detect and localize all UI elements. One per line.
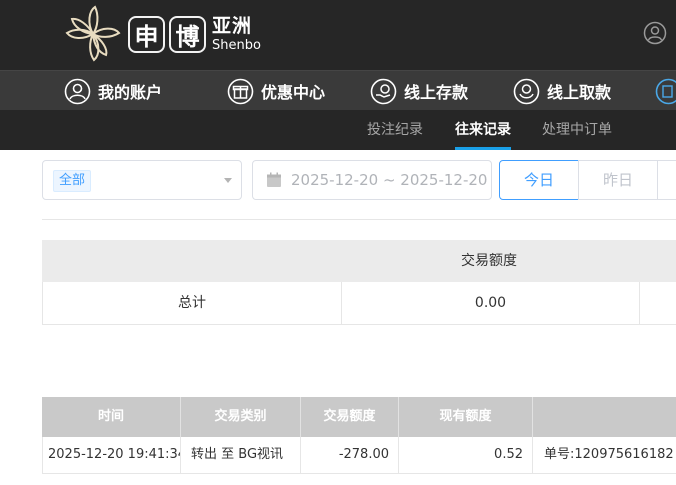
summary-header-amount: 交易额度 bbox=[461, 253, 517, 269]
nav-label: 优惠中心 bbox=[261, 83, 326, 102]
transaction-type-select[interactable]: 全部 bbox=[42, 160, 242, 200]
yesterday-button[interactable]: 昨日 bbox=[578, 160, 658, 200]
col-time[interactable]: 时间 bbox=[42, 397, 181, 437]
summary-row: 总计 0.00 bbox=[42, 282, 676, 325]
nav-label: 线上取款 bbox=[547, 83, 612, 102]
date-range-picker[interactable]: 2025-12-20 ~ 2025-12-20 bbox=[252, 160, 492, 200]
nav-item-promotions[interactable]: 优惠中心 bbox=[227, 71, 325, 111]
summary-total-label: 总计 bbox=[178, 295, 206, 311]
nav-item-my-account[interactable]: 我的账户 bbox=[64, 71, 162, 111]
brand-box-1: 申 bbox=[128, 15, 165, 53]
row-balance: 0.52 bbox=[399, 437, 533, 473]
brand-logo[interactable]: 申 博 亚洲 Shenbo bbox=[62, 2, 261, 66]
subnav-transaction-records[interactable]: 往来记录 bbox=[455, 110, 511, 150]
account-avatar-icon[interactable] bbox=[643, 21, 667, 45]
summary-total-value: 0.00 bbox=[474, 295, 507, 311]
date-range-value: 2025-12-20 ~ 2025-12-20 bbox=[291, 171, 488, 189]
user-icon bbox=[64, 78, 91, 104]
today-button[interactable]: 今日 bbox=[499, 160, 579, 200]
row-time: 2025-12-20 19:41:34 bbox=[43, 437, 181, 473]
brand-text: 亚洲 Shenbo bbox=[212, 14, 261, 53]
selected-type-tag[interactable]: 全部 bbox=[53, 170, 92, 192]
row-order-number: 单号:120975616182 bbox=[544, 447, 674, 462]
row-amount: -278.00 bbox=[301, 437, 399, 473]
col-type[interactable]: 交易类别 bbox=[181, 397, 301, 437]
subnav-pending-orders[interactable]: 处理中订单 bbox=[542, 110, 612, 150]
flower-logo-icon bbox=[65, 5, 121, 62]
deposit-icon bbox=[370, 78, 397, 104]
records-icon bbox=[655, 78, 676, 104]
nav-item-online-withdraw[interactable]: 线上取款 bbox=[513, 71, 611, 111]
col-balance[interactable]: 现有额度 bbox=[399, 397, 533, 437]
summary-header: 交易额度 bbox=[42, 240, 676, 282]
nav-label: 线上存款 bbox=[404, 83, 469, 102]
col-amount[interactable]: 交易额度 bbox=[301, 397, 399, 437]
nav-item-online-deposit[interactable]: 线上存款 bbox=[370, 71, 468, 111]
filter-divider bbox=[42, 219, 676, 220]
top-header: 申 博 亚洲 Shenbo bbox=[0, 0, 676, 70]
gift-icon bbox=[227, 78, 254, 104]
summary-cell-divider bbox=[639, 282, 640, 324]
brand-box-2: 博 bbox=[169, 15, 206, 53]
more-date-button[interactable] bbox=[657, 160, 676, 200]
brand-cn: 亚洲 bbox=[212, 14, 253, 37]
row-type: 转出 至 BG视讯 bbox=[181, 437, 301, 473]
chevron-down-icon bbox=[224, 178, 232, 183]
nav-label: 我的账户 bbox=[98, 83, 163, 102]
calendar-icon bbox=[267, 172, 281, 187]
withdraw-icon bbox=[513, 78, 540, 104]
subnav-bet-records[interactable]: 投注纪录 bbox=[367, 110, 423, 150]
sub-nav: 投注纪录 往来记录 处理中订单 bbox=[0, 110, 676, 150]
table-row: 2025-12-20 19:41:34 转出 至 BG视讯 -278.00 0.… bbox=[42, 437, 676, 474]
brand-en: Shenbo bbox=[212, 37, 261, 53]
details-header: 时间 交易类别 交易额度 现有额度 bbox=[42, 397, 676, 437]
main-nav: 我的账户 优惠中心 线上存款 线上取款 bbox=[0, 70, 676, 110]
nav-item-more[interactable] bbox=[655, 71, 676, 111]
